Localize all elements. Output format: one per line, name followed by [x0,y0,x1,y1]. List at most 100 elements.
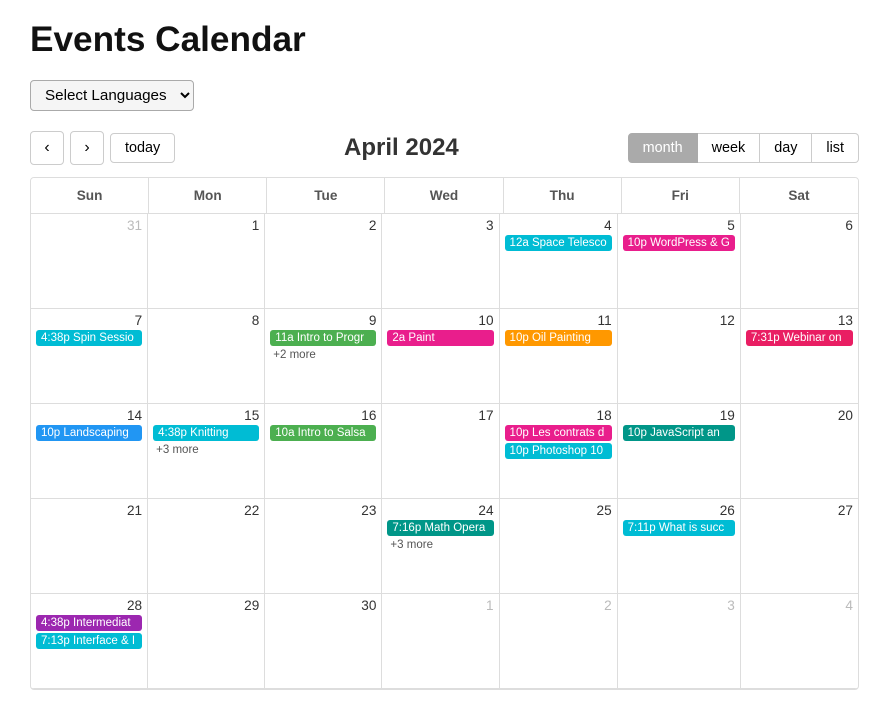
table-row: 13 7:31p Webinar on [741,309,858,404]
day-number: 17 [387,408,493,423]
list-item[interactable]: 10p JavaScript an [623,425,735,441]
day-number: 5 [623,218,735,233]
table-row: 25 [500,499,618,594]
weekday-fri: Fri [622,178,740,214]
view-week-button[interactable]: week [698,133,761,163]
today-button[interactable]: today [110,133,175,163]
table-row: 22 [148,499,265,594]
table-row: 23 [265,499,382,594]
list-item[interactable]: 10a Intro to Salsa [270,425,376,441]
view-day-button[interactable]: day [760,133,812,163]
table-row: 3 [382,214,499,309]
page-title: Events Calendar [30,20,859,60]
day-number: 20 [746,408,853,423]
list-item[interactable]: 4:38p Knitting [153,425,259,441]
nav-left: ‹ › today [30,131,175,165]
list-item[interactable]: 4:38p Spin Sessio [36,330,142,346]
day-number: 13 [746,313,853,328]
table-row: 31 [31,214,148,309]
view-buttons: month week day list [628,133,859,163]
table-row: 12 [618,309,741,404]
day-number: 21 [36,503,142,518]
day-number: 10 [387,313,493,328]
table-row: 16 10a Intro to Salsa [265,404,382,499]
language-controls: Select Languages [30,80,859,111]
day-number: 30 [270,598,376,613]
table-row: 4 [741,594,858,689]
list-item[interactable]: 12a Space Telesco [505,235,612,251]
day-number: 2 [505,598,612,613]
list-item[interactable]: 7:16p Math Opera [387,520,493,536]
list-item[interactable]: 7:31p Webinar on [746,330,853,346]
table-row: 1910p JavaScript an [618,404,741,499]
day-number: 3 [623,598,735,613]
calendar-grid: 31123412a Space Telesco510p WordPress & … [31,214,858,689]
table-row: 20 [741,404,858,499]
list-item[interactable]: 7:11p What is succ [623,520,735,536]
list-item[interactable]: 10p Photoshop 10 [505,443,612,459]
calendar-header: Sun Mon Tue Wed Thu Fri Sat [31,178,858,214]
list-item[interactable]: 11a Intro to Progr [270,330,376,346]
table-row: 27 [741,499,858,594]
month-title: April 2024 [344,134,459,162]
day-number: 1 [387,598,493,613]
day-number: 27 [746,503,853,518]
more-events-link[interactable]: +3 more [153,443,259,457]
day-number: 9 [270,313,376,328]
day-number: 18 [505,408,612,423]
table-row: 21 [31,499,148,594]
view-month-button[interactable]: month [628,133,698,163]
prev-button[interactable]: ‹ [30,131,64,165]
day-number: 16 [270,408,376,423]
list-item[interactable]: 10p Landscaping [36,425,142,441]
table-row: 30 [265,594,382,689]
table-row: 14 10p Landscaping [31,404,148,499]
list-item[interactable]: 7:13p Interface & I [36,633,142,649]
table-row: 29 [148,594,265,689]
table-row: 9 11a Intro to Progr +2 more [265,309,382,404]
day-number: 24 [387,503,493,518]
list-item[interactable]: 4:38p Intermediat [36,615,142,631]
table-row: 6 [741,214,858,309]
list-item[interactable]: 10p Oil Painting [505,330,612,346]
table-row: 4 12a Space Telesco [500,214,618,309]
day-number: 12 [623,313,735,328]
weekday-sat: Sat [740,178,858,214]
list-item[interactable]: 10p Les contrats d [505,425,612,441]
day-number: 25 [505,503,612,518]
day-number: 4 [746,598,853,613]
table-row: 7 4:38p Spin Sessio [31,309,148,404]
more-events-link[interactable]: +2 more [270,348,376,362]
day-number: 11 [505,313,612,328]
weekday-wed: Wed [385,178,503,214]
language-select[interactable]: Select Languages [30,80,194,111]
table-row: 3 [618,594,741,689]
calendar-nav: ‹ › today April 2024 month week day list [30,131,859,165]
day-number: 15 [153,408,259,423]
table-row: 1 [382,594,499,689]
list-item[interactable]: 2a Paint [387,330,493,346]
table-row: 15 4:38p Knitting +3 more [148,404,265,499]
more-events-link[interactable]: +3 more [387,538,493,552]
day-number: 14 [36,408,142,423]
day-number: 22 [153,503,259,518]
day-number: 4 [505,218,612,233]
day-number: 1 [153,218,259,233]
table-row: 8 [148,309,265,404]
next-button[interactable]: › [70,131,104,165]
table-row: 267:11p What is succ [618,499,741,594]
weekday-sun: Sun [31,178,149,214]
day-number: 7 [36,313,142,328]
weekday-thu: Thu [504,178,622,214]
table-row: 2 [265,214,382,309]
table-row: 1 [148,214,265,309]
day-number: 29 [153,598,259,613]
table-row: 11 10p Oil Painting [500,309,618,404]
day-number: 8 [153,313,259,328]
calendar: Sun Mon Tue Wed Thu Fri Sat 31123412a Sp… [30,177,859,690]
table-row: 5 10p WordPress & G [618,214,741,309]
list-item[interactable]: 10p WordPress & G [623,235,735,251]
day-number: 6 [746,218,853,233]
view-list-button[interactable]: list [812,133,859,163]
weekday-mon: Mon [149,178,267,214]
